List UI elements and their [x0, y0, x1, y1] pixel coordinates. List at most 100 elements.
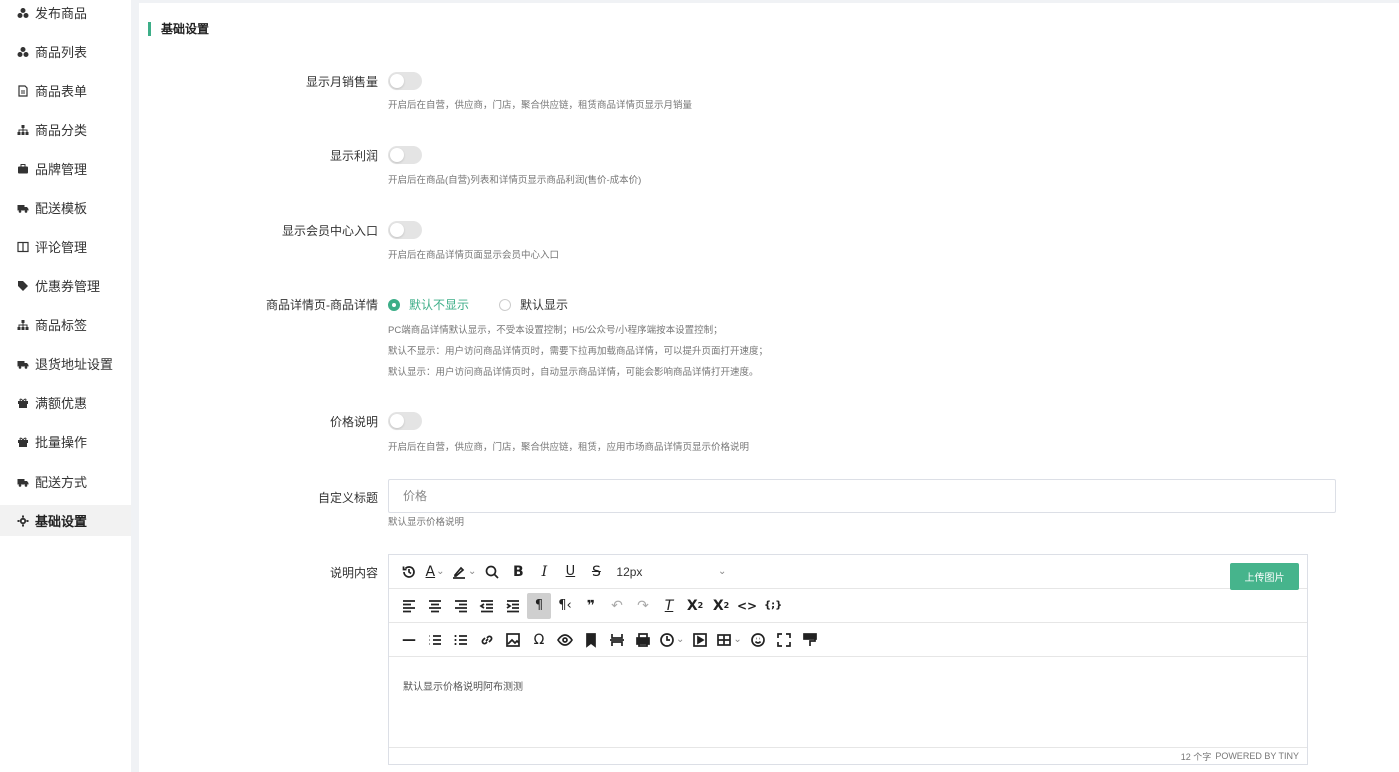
sidebar-item[interactable]: 商品分类	[0, 114, 131, 145]
price-note-hint: 开启后在自营，供应商，门店，聚合供应链，租赁，应用市场商品详情页显示价格说明	[388, 442, 750, 453]
profit-label: 显示利润	[329, 149, 378, 163]
sidebar-item[interactable]: 满额优惠	[0, 387, 131, 418]
image-icon[interactable]	[501, 627, 525, 653]
sidebar-item[interactable]: 商品标签	[0, 309, 131, 340]
gear-icon	[16, 514, 29, 527]
monthly-sales-label: 显示月销售量	[305, 75, 378, 89]
superscript-icon[interactable]: X2	[709, 593, 733, 619]
price-note-toggle[interactable]	[388, 412, 422, 430]
highlight-icon[interactable]: ⌄	[449, 559, 478, 585]
custom-title-input[interactable]	[388, 479, 1336, 513]
date-time-icon[interactable]: ⌄	[657, 627, 686, 653]
member-center-hint: 开启后在商品详情页面显示会员中心入口	[388, 250, 560, 261]
file-icon	[16, 84, 29, 97]
history-icon[interactable]	[397, 559, 421, 585]
detail-display-label: 商品详情页-商品详情	[266, 298, 378, 312]
bullet-list-icon[interactable]	[423, 627, 447, 653]
radio-show-label: 默认显示	[520, 298, 569, 312]
upload-image-button[interactable]: 上传图片	[1230, 563, 1299, 590]
sidebar-item[interactable]: 基础设置	[0, 505, 131, 536]
sidebar-item-label: 品牌管理	[35, 162, 88, 177]
subscript-icon[interactable]: X2	[683, 593, 707, 619]
sidebar-item[interactable]: 品牌管理	[0, 153, 131, 184]
sidebar: 发布商品商品列表商品表单商品分类品牌管理配送模板评论管理优惠券管理商品标签退货地…	[0, 0, 131, 772]
horizontal-rule-icon[interactable]: —	[397, 627, 421, 653]
text-color-icon[interactable]: A ⌄	[423, 559, 447, 585]
blockquote-icon[interactable]: ❞	[579, 593, 603, 619]
sidebar-item-label: 配送方式	[35, 475, 88, 490]
sidebar-item[interactable]: 退货地址设置	[0, 348, 131, 379]
align-center-icon[interactable]	[423, 593, 447, 619]
media-icon[interactable]	[688, 627, 712, 653]
gift-icon	[16, 396, 29, 409]
emoji-icon[interactable]	[746, 627, 770, 653]
align-right-icon[interactable]	[449, 593, 473, 619]
ltr-icon[interactable]: ¶	[527, 592, 551, 619]
sidebar-item[interactable]: 发布商品	[0, 0, 131, 28]
truck-icon	[16, 357, 29, 370]
italic-icon[interactable]: I	[532, 559, 556, 585]
columns-icon	[16, 240, 29, 253]
preview-icon[interactable]	[553, 627, 577, 653]
undo-icon[interactable]: ↶	[605, 593, 629, 619]
sidebar-item-label: 评论管理	[35, 240, 88, 255]
sidebar-item-label: 优惠券管理	[35, 279, 101, 294]
sitemap-icon	[16, 318, 29, 331]
underline-icon[interactable]: U	[558, 559, 582, 585]
sidebar-item-label: 商品列表	[35, 45, 88, 60]
radio-show-by-default[interactable]: 默认显示	[499, 296, 568, 313]
font-size-select[interactable]: 12px ⌄	[616, 565, 726, 579]
sidebar-item[interactable]: 商品表单	[0, 75, 131, 106]
strikethrough-icon[interactable]: S	[584, 559, 608, 585]
radio-dot-checked	[388, 298, 400, 311]
link-icon[interactable]	[475, 627, 499, 653]
print-icon[interactable]	[631, 627, 655, 653]
monthly-sales-toggle[interactable]	[388, 72, 422, 90]
bookmark-icon[interactable]	[579, 627, 603, 653]
member-center-toggle[interactable]	[388, 221, 422, 239]
numbered-list-icon[interactable]	[449, 627, 473, 653]
sidebar-item-label: 商品分类	[35, 123, 88, 138]
outdent-icon[interactable]	[475, 593, 499, 619]
sidebar-item[interactable]: 配送方式	[0, 466, 131, 497]
truck-icon	[16, 201, 29, 214]
powered-by-link[interactable]: POWERED BY TINY	[1215, 751, 1299, 761]
format-painter-icon[interactable]	[798, 627, 822, 653]
sitemap-icon	[16, 123, 29, 136]
bold-icon[interactable]: B	[506, 559, 530, 585]
fullscreen-icon[interactable]	[772, 627, 796, 653]
custom-title-label: 自定义标题	[317, 491, 378, 505]
profit-toggle[interactable]	[388, 146, 422, 164]
clear-format-icon[interactable]: T	[657, 593, 681, 619]
special-char-icon[interactable]: Ω	[527, 627, 551, 653]
rtl-icon[interactable]: ¶‹	[553, 593, 577, 619]
tag-icon	[16, 279, 29, 292]
sidebar-item-label: 商品标签	[35, 318, 88, 333]
radio-hide-by-default[interactable]: 默认不显示	[388, 296, 469, 313]
cubes-icon	[16, 6, 29, 19]
gift-icon	[16, 435, 29, 448]
align-left-icon[interactable]	[397, 593, 421, 619]
redo-icon[interactable]: ↷	[631, 593, 655, 619]
sidebar-item[interactable]: 优惠券管理	[0, 270, 131, 301]
price-note-label: 价格说明	[329, 415, 378, 429]
detail-display-hint-1: PC端商品详情默认显示，不受本设置控制；H5/公众号/小程序端按本设置控制；	[388, 325, 723, 336]
sidebar-item-label: 商品表单	[35, 84, 88, 99]
search-icon[interactable]	[480, 559, 504, 585]
page-break-icon[interactable]	[605, 627, 629, 653]
code-sample-icon[interactable]: {;}	[761, 593, 785, 619]
editor-toolbar-row-1: A ⌄ ⌄ B I U S 12px ⌄ 上传图片	[389, 555, 1307, 590]
table-icon[interactable]: ⌄	[714, 627, 743, 653]
sidebar-item[interactable]: 配送模板	[0, 192, 131, 223]
sidebar-item-label: 配送模板	[35, 201, 88, 216]
sidebar-item[interactable]: 评论管理	[0, 231, 131, 262]
sidebar-item-label: 退货地址设置	[35, 357, 114, 372]
radio-hide-label: 默认不显示	[409, 298, 470, 312]
indent-icon[interactable]	[501, 593, 525, 619]
sidebar-item[interactable]: 商品列表	[0, 36, 131, 67]
editor-content[interactable]: 默认显示价格说明阿布测测	[389, 658, 1307, 746]
word-count: 12 个字	[1180, 751, 1212, 762]
sidebar-item[interactable]: 批量操作	[0, 426, 131, 457]
description-label: 说明内容	[329, 566, 378, 580]
code-icon[interactable]: <>	[735, 593, 759, 619]
